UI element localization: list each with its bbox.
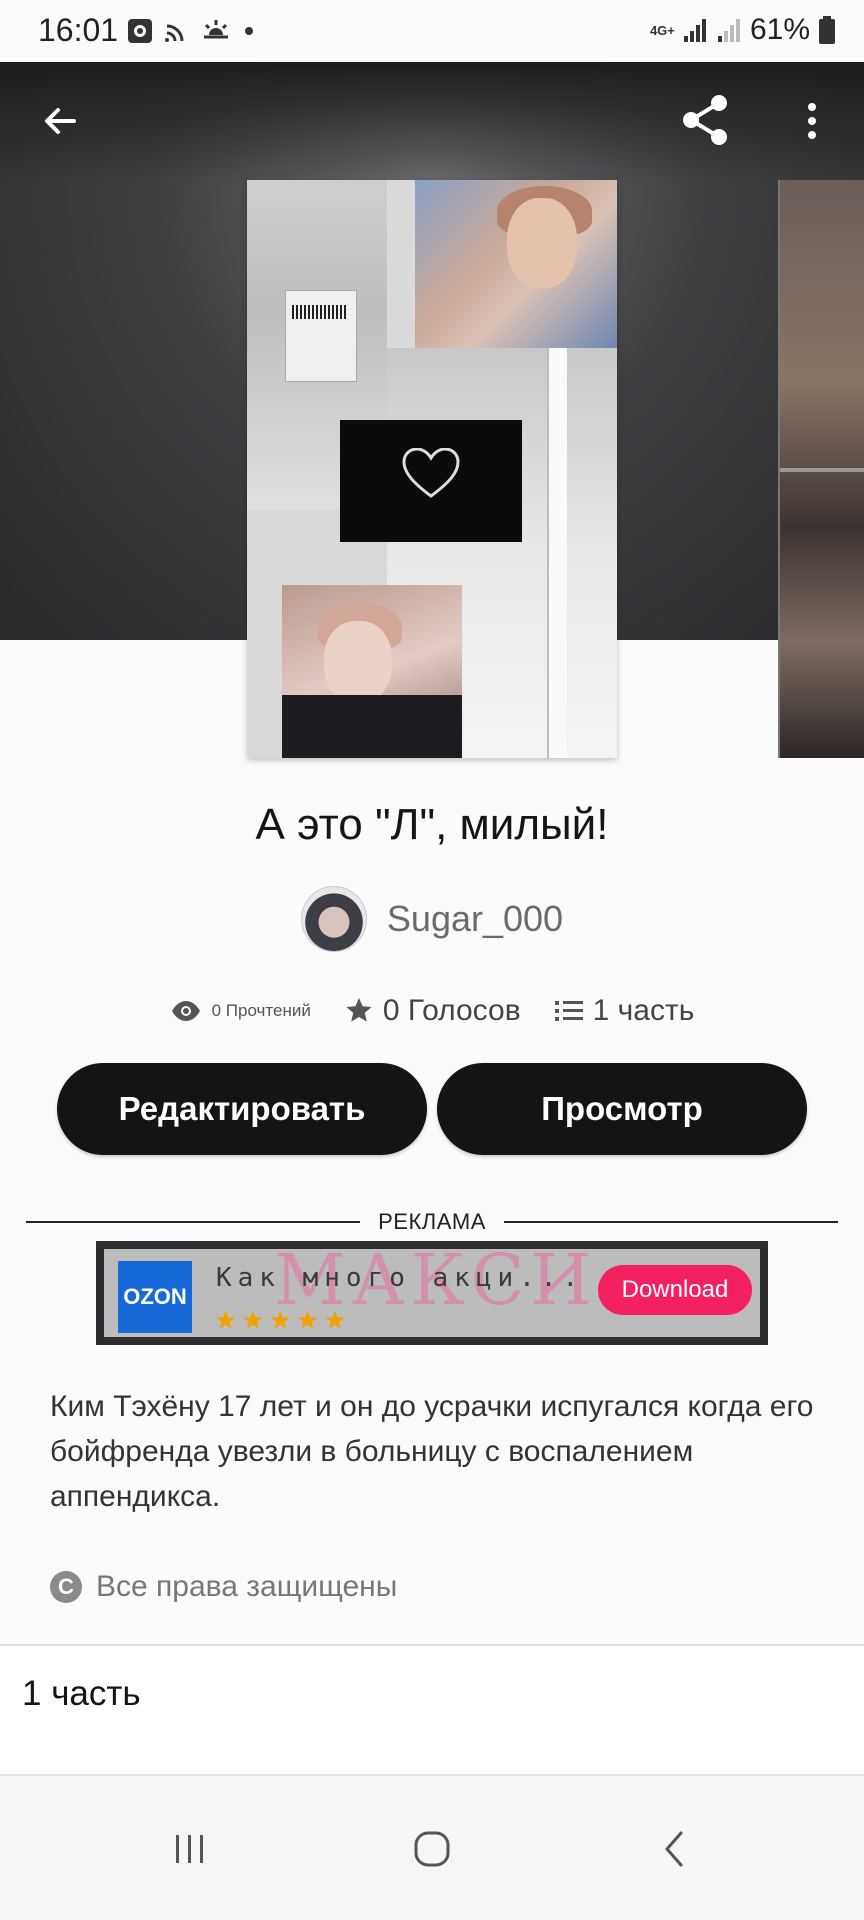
dot-icon xyxy=(245,27,253,35)
ad-label: РЕКЛАМА xyxy=(378,1209,486,1234)
parts-count: 1 часть xyxy=(592,994,695,1027)
cover-portrait2-face xyxy=(324,621,392,703)
copyright-text: Все права защищены xyxy=(96,1570,398,1603)
cover-xray-heart xyxy=(340,420,522,542)
more-options-button[interactable] xyxy=(786,95,838,147)
list-item[interactable]: 1 часть xyxy=(0,1646,864,1774)
reads-count: 0 Прочтений xyxy=(211,1001,311,1020)
battery-icon xyxy=(819,16,835,44)
recent-apps-button[interactable] xyxy=(160,1824,220,1874)
view-button[interactable]: Просмотр xyxy=(437,1063,807,1155)
votes-stat: 0 Голосов xyxy=(345,994,521,1028)
signal-icon-2 xyxy=(717,19,740,42)
signal-icon xyxy=(683,19,706,42)
ad-text: Как много акци... xyxy=(216,1263,585,1293)
cover-shade xyxy=(0,62,864,182)
recent-apps-icon xyxy=(176,1835,203,1863)
network-icon: 4G+ xyxy=(649,22,675,38)
votes-count: 0 Голосов xyxy=(382,994,521,1027)
chapter-title[interactable]: 1 часть xyxy=(22,1674,141,1714)
star-icon xyxy=(346,998,372,1022)
cover-barcode xyxy=(292,305,347,319)
system-navbar xyxy=(0,1776,864,1920)
author-name[interactable]: Sugar_000 xyxy=(387,898,563,940)
ad-divider-left xyxy=(26,1221,361,1223)
parts-stat: 1 часть xyxy=(554,994,695,1028)
cover-bag-label xyxy=(285,290,357,382)
share-icon xyxy=(683,95,727,145)
home-icon xyxy=(414,1831,450,1867)
back-chevron-icon xyxy=(665,1831,683,1867)
ad-banner[interactable]: МАКСИ OZON Как много акци... ★★★★★ Downl… xyxy=(96,1241,768,1345)
ad-inner: МАКСИ OZON Как много акци... ★★★★★ Downl… xyxy=(104,1241,760,1337)
next-story-cover[interactable] xyxy=(778,180,864,758)
more-vertical-icon xyxy=(808,103,816,139)
list-icon xyxy=(554,1001,583,1021)
status-time: 16:01 xyxy=(38,12,119,48)
ad-divider-right xyxy=(503,1221,838,1223)
stats-row: 0 Прочтений 0 Голосов 1 часть xyxy=(0,984,864,1038)
ad-download-button[interactable]: Download xyxy=(598,1265,752,1315)
reads-stat: 0 Прочтений xyxy=(170,1000,311,1022)
arrow-left-icon xyxy=(45,108,76,134)
copyright-icon: C xyxy=(50,1571,82,1603)
author-row[interactable]: Sugar_000 xyxy=(0,886,864,952)
nav-back-button[interactable] xyxy=(644,1824,704,1874)
ad-rating-stars: ★★★★★ xyxy=(214,1305,351,1335)
home-button[interactable] xyxy=(402,1824,462,1874)
cover-portrait2-body xyxy=(282,695,462,758)
copyright-row: C Все права защищены xyxy=(50,1565,397,1609)
cover-portrait-face xyxy=(507,198,577,288)
cover-divider xyxy=(780,468,864,472)
cast-icon xyxy=(165,24,184,42)
battery-percent: 61% xyxy=(749,13,810,46)
edit-button[interactable]: Редактировать xyxy=(57,1063,427,1155)
story-description: Ким Тэхёну 17 лет и он до усрачки испуга… xyxy=(50,1390,814,1513)
eye-icon xyxy=(171,1001,200,1021)
story-title: А это "Л", милый! xyxy=(255,800,609,849)
cover-portrait-bottom xyxy=(282,585,462,758)
back-button[interactable] xyxy=(34,95,86,147)
heart-icon xyxy=(402,448,460,498)
cover-iv-pole xyxy=(547,348,567,758)
action-buttons: Редактировать Просмотр xyxy=(57,1063,807,1155)
cover-portrait-top xyxy=(415,180,617,348)
avatar[interactable] xyxy=(300,886,367,952)
photo-icon xyxy=(128,19,152,43)
status-icons-left xyxy=(126,16,256,46)
status-icons-right: 4G+ 61% xyxy=(650,12,836,48)
story-cover[interactable] xyxy=(247,180,617,758)
share-button[interactable] xyxy=(678,92,734,148)
ad-label-row: РЕКЛАМА xyxy=(26,1204,838,1240)
ad-logo: OZON xyxy=(118,1261,192,1333)
weather-icon xyxy=(204,20,228,39)
